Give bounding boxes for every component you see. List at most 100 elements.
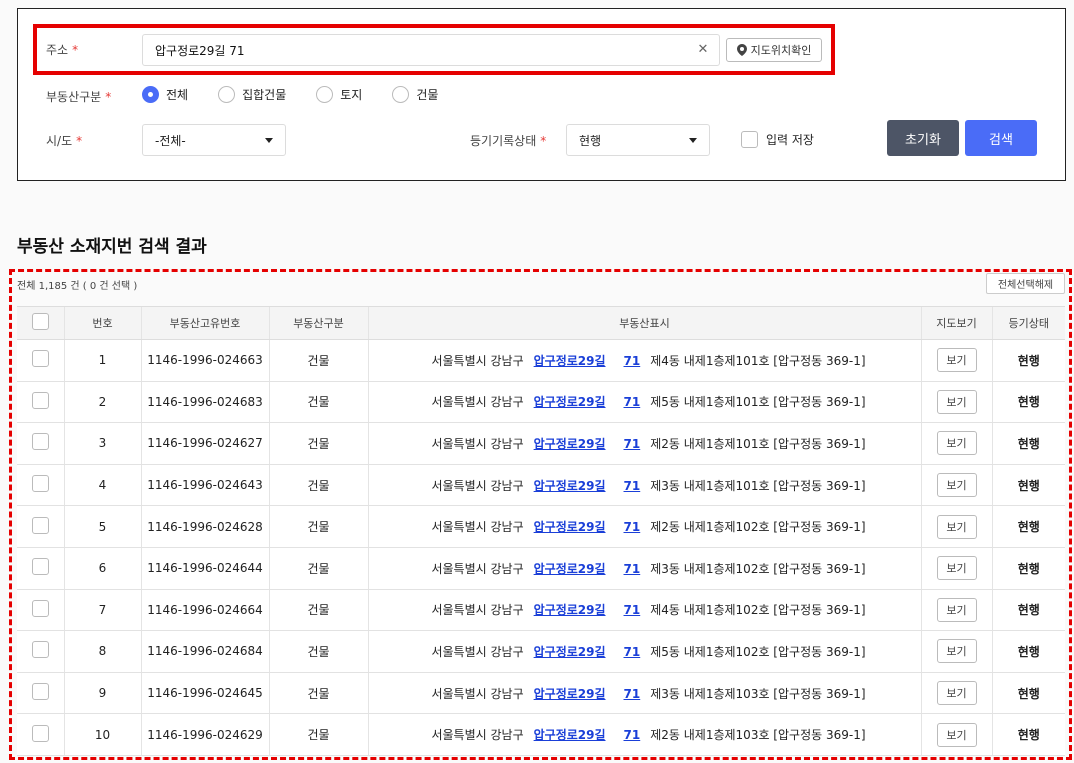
row-status: 현행 (991, 589, 1065, 632)
row-select-cell (17, 422, 64, 465)
view-map-button[interactable]: 보기 (936, 431, 977, 456)
building-number-link[interactable]: 71 (624, 479, 641, 493)
address-detail: 제2동 내제1층제101호 [압구정동 369-1] (650, 436, 866, 451)
table-row: 2 1146-1996-024683 건물 서울특별시 강남구 압구정로29길 71 제5동… (17, 381, 1065, 424)
row-no: 10 (63, 713, 141, 756)
row-checkbox[interactable] (31, 391, 49, 409)
clear-selection-button[interactable]: 전체선택해제 (986, 273, 1065, 294)
address-detail: 제3동 내제1층제103호 [압구정동 369-1] (650, 686, 866, 701)
road-name-link[interactable]: 압구정로29길 (534, 687, 606, 701)
row-type: 건물 (268, 672, 368, 715)
radio-dot[interactable] (392, 86, 410, 103)
radio-aggregate-building[interactable]: 집합건물 (218, 86, 286, 103)
radio-building[interactable]: 건물 (392, 86, 438, 103)
row-checkbox[interactable] (31, 599, 49, 617)
row-id: 1146-1996-024663 (140, 339, 269, 382)
row-select-cell (17, 713, 64, 756)
view-map-button[interactable]: 보기 (936, 348, 977, 373)
building-number-link[interactable]: 71 (624, 354, 641, 368)
road-name-link[interactable]: 압구정로29길 (534, 520, 606, 534)
row-select-cell (17, 630, 64, 673)
building-number-link[interactable]: 71 (624, 437, 641, 451)
sido-select[interactable]: -전체- (142, 124, 286, 156)
row-type: 건물 (268, 422, 368, 465)
row-status: 현행 (991, 464, 1065, 507)
row-no: 7 (63, 589, 141, 632)
row-address: 서울특별시 강남구 압구정로29길 71 제2동 내제1층제103호 [압구정동 36… (367, 713, 921, 756)
reset-button[interactable]: 초기화 (887, 120, 959, 156)
building-number-link[interactable]: 71 (624, 520, 641, 534)
row-id: 1146-1996-024683 (140, 381, 269, 424)
view-map-button[interactable]: 보기 (936, 514, 977, 539)
building-number-link[interactable]: 71 (624, 395, 641, 409)
row-id: 1146-1996-024629 (140, 713, 269, 756)
property-type-radio-group: 전체 집합건물 토지 건물 (142, 86, 468, 103)
address-prefix: 서울특별시 강남구 (431, 436, 524, 451)
row-checkbox[interactable] (31, 724, 49, 742)
view-map-button[interactable]: 보기 (936, 722, 977, 747)
header-no: 번호 (63, 306, 141, 340)
search-form: 주소* ✕ 지도위치확인 부동산구분* 전체 집합건물 토지 건물 시/도* -… (17, 8, 1066, 181)
property-type-label: 부동산구분 * (46, 90, 112, 104)
row-map-cell: 보기 (920, 464, 992, 507)
row-checkbox[interactable] (31, 475, 49, 493)
registry-status-select[interactable]: 현행 (566, 124, 710, 156)
building-number-link[interactable]: 71 (624, 728, 641, 742)
address-prefix: 서울특별시 강남구 (431, 520, 524, 535)
building-number-link[interactable]: 71 (624, 562, 641, 576)
radio-land[interactable]: 토지 (316, 86, 362, 103)
road-name-link[interactable]: 압구정로29길 (534, 645, 606, 659)
select-all-checkbox[interactable] (31, 313, 49, 330)
row-no: 6 (63, 547, 141, 590)
row-type: 건물 (268, 547, 368, 590)
row-type: 건물 (268, 339, 368, 382)
address-detail: 제5동 내제1층제101호 [압구정동 369-1] (650, 395, 866, 410)
radio-all[interactable]: 전체 (142, 86, 188, 103)
road-name-link[interactable]: 압구정로29길 (534, 728, 606, 742)
row-type: 건물 (268, 589, 368, 632)
save-input-checkbox[interactable]: 입력 저장 (741, 131, 814, 148)
row-id: 1146-1996-024645 (140, 672, 269, 715)
row-address: 서울특별시 강남구 압구정로29길 71 제3동 내제1층제102호 [압구정동 36… (367, 547, 921, 590)
road-name-link[interactable]: 압구정로29길 (534, 437, 606, 451)
address-detail: 제3동 내제1층제102호 [압구정동 369-1] (650, 561, 866, 576)
radio-dot[interactable] (218, 86, 236, 103)
building-number-link[interactable]: 71 (624, 603, 641, 617)
road-name-link[interactable]: 압구정로29길 (534, 354, 606, 368)
view-map-button[interactable]: 보기 (936, 389, 977, 414)
building-number-link[interactable]: 71 (624, 687, 641, 701)
radio-dot[interactable] (316, 86, 334, 103)
table-row: 8 1146-1996-024684 건물 서울특별시 강남구 압구정로29길 71 제5동… (17, 630, 1065, 673)
table-row: 10 1146-1996-024629 건물 서울특별시 강남구 압구정로29길 71 제2… (17, 713, 1065, 756)
checkbox-box[interactable] (741, 131, 758, 148)
row-checkbox[interactable] (31, 558, 49, 576)
road-name-link[interactable]: 압구정로29길 (534, 479, 606, 493)
row-address: 서울특별시 강남구 압구정로29길 71 제5동 내제1층제101호 [압구정동 36… (367, 381, 921, 424)
address-detail: 제4동 내제1층제102호 [압구정동 369-1] (650, 603, 866, 618)
view-map-button[interactable]: 보기 (936, 681, 977, 706)
road-name-link[interactable]: 압구정로29길 (534, 603, 606, 617)
row-checkbox[interactable] (31, 350, 49, 368)
table-row: 6 1146-1996-024644 건물 서울특별시 강남구 압구정로29길 71 제3동… (17, 547, 1065, 590)
results-table: 번호 부동산고유번호 부동산구분 부동산표시 지도보기 등기상태 1 1146-1… (17, 306, 1065, 756)
view-map-button[interactable]: 보기 (936, 473, 977, 498)
search-button[interactable]: 검색 (965, 120, 1037, 156)
radio-dot[interactable] (142, 86, 159, 103)
row-type: 건물 (268, 630, 368, 673)
close-icon[interactable]: ✕ (695, 42, 711, 58)
view-map-button[interactable]: 보기 (936, 597, 977, 622)
table-row: 5 1146-1996-024628 건물 서울특별시 강남구 압구정로29길 71 제2동… (17, 505, 1065, 548)
row-checkbox[interactable] (31, 683, 49, 701)
address-detail: 제5동 내제1층제102호 [압구정동 369-1] (650, 644, 866, 659)
map-location-button[interactable]: 지도위치확인 (726, 38, 822, 62)
view-map-button[interactable]: 보기 (936, 639, 977, 664)
address-input[interactable] (143, 35, 719, 65)
building-number-link[interactable]: 71 (624, 645, 641, 659)
address-prefix: 서울특별시 강남구 (431, 603, 524, 618)
row-checkbox[interactable] (31, 433, 49, 451)
row-checkbox[interactable] (31, 641, 49, 659)
road-name-link[interactable]: 압구정로29길 (534, 562, 606, 576)
view-map-button[interactable]: 보기 (936, 556, 977, 581)
road-name-link[interactable]: 압구정로29길 (534, 395, 606, 409)
row-checkbox[interactable] (31, 516, 49, 534)
